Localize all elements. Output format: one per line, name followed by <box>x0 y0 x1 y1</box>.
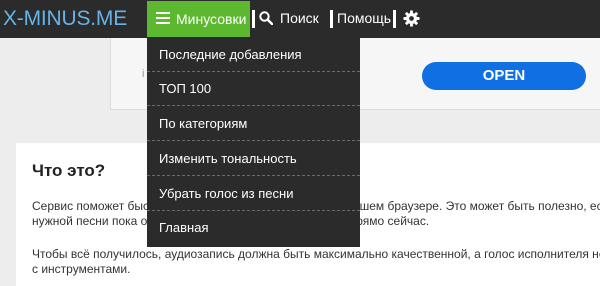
open-button[interactable]: OPEN <box>422 62 586 90</box>
menu-item-categories[interactable]: По категориям <box>147 107 360 141</box>
card-paragraph-2: Чтобы всё получилось, аудиозапись должна… <box>32 247 600 277</box>
minusovki-dropdown-menu: Последние добавления ТОП 100 По категори… <box>147 38 360 247</box>
nav-minusovki-button[interactable]: Минусовки <box>147 1 250 37</box>
paragraph-line: с инструментами. <box>32 262 131 276</box>
gear-icon[interactable] <box>403 10 420 27</box>
nav-divider <box>393 10 396 28</box>
nav-search-label: Поиск <box>280 10 319 26</box>
card-title: Что это? <box>32 161 106 180</box>
ad-text: i <box>142 68 145 80</box>
top-navigation-bar: X-MINUS.ME Минусовки Поиск Помощь <box>0 0 600 38</box>
nav-divider <box>330 10 333 28</box>
menu-item-top100[interactable]: ТОП 100 <box>147 72 360 106</box>
nav-minusovki-label: Минусовки <box>176 11 247 27</box>
nav-divider <box>252 10 255 28</box>
site-logo[interactable]: X-MINUS.ME <box>3 7 127 31</box>
menu-item-home[interactable]: Главная <box>147 211 360 245</box>
search-icon <box>259 11 273 25</box>
menu-icon <box>156 12 170 24</box>
menu-item-change-key[interactable]: Изменить тональность <box>147 142 360 176</box>
nav-help-link[interactable]: Помощь <box>337 10 391 26</box>
menu-item-remove-vocals[interactable]: Убрать голос из песни <box>147 177 360 211</box>
menu-item-recent[interactable]: Последние добавления <box>147 38 360 72</box>
paragraph-line: Чтобы всё получилось, аудиозапись должна… <box>32 247 600 261</box>
